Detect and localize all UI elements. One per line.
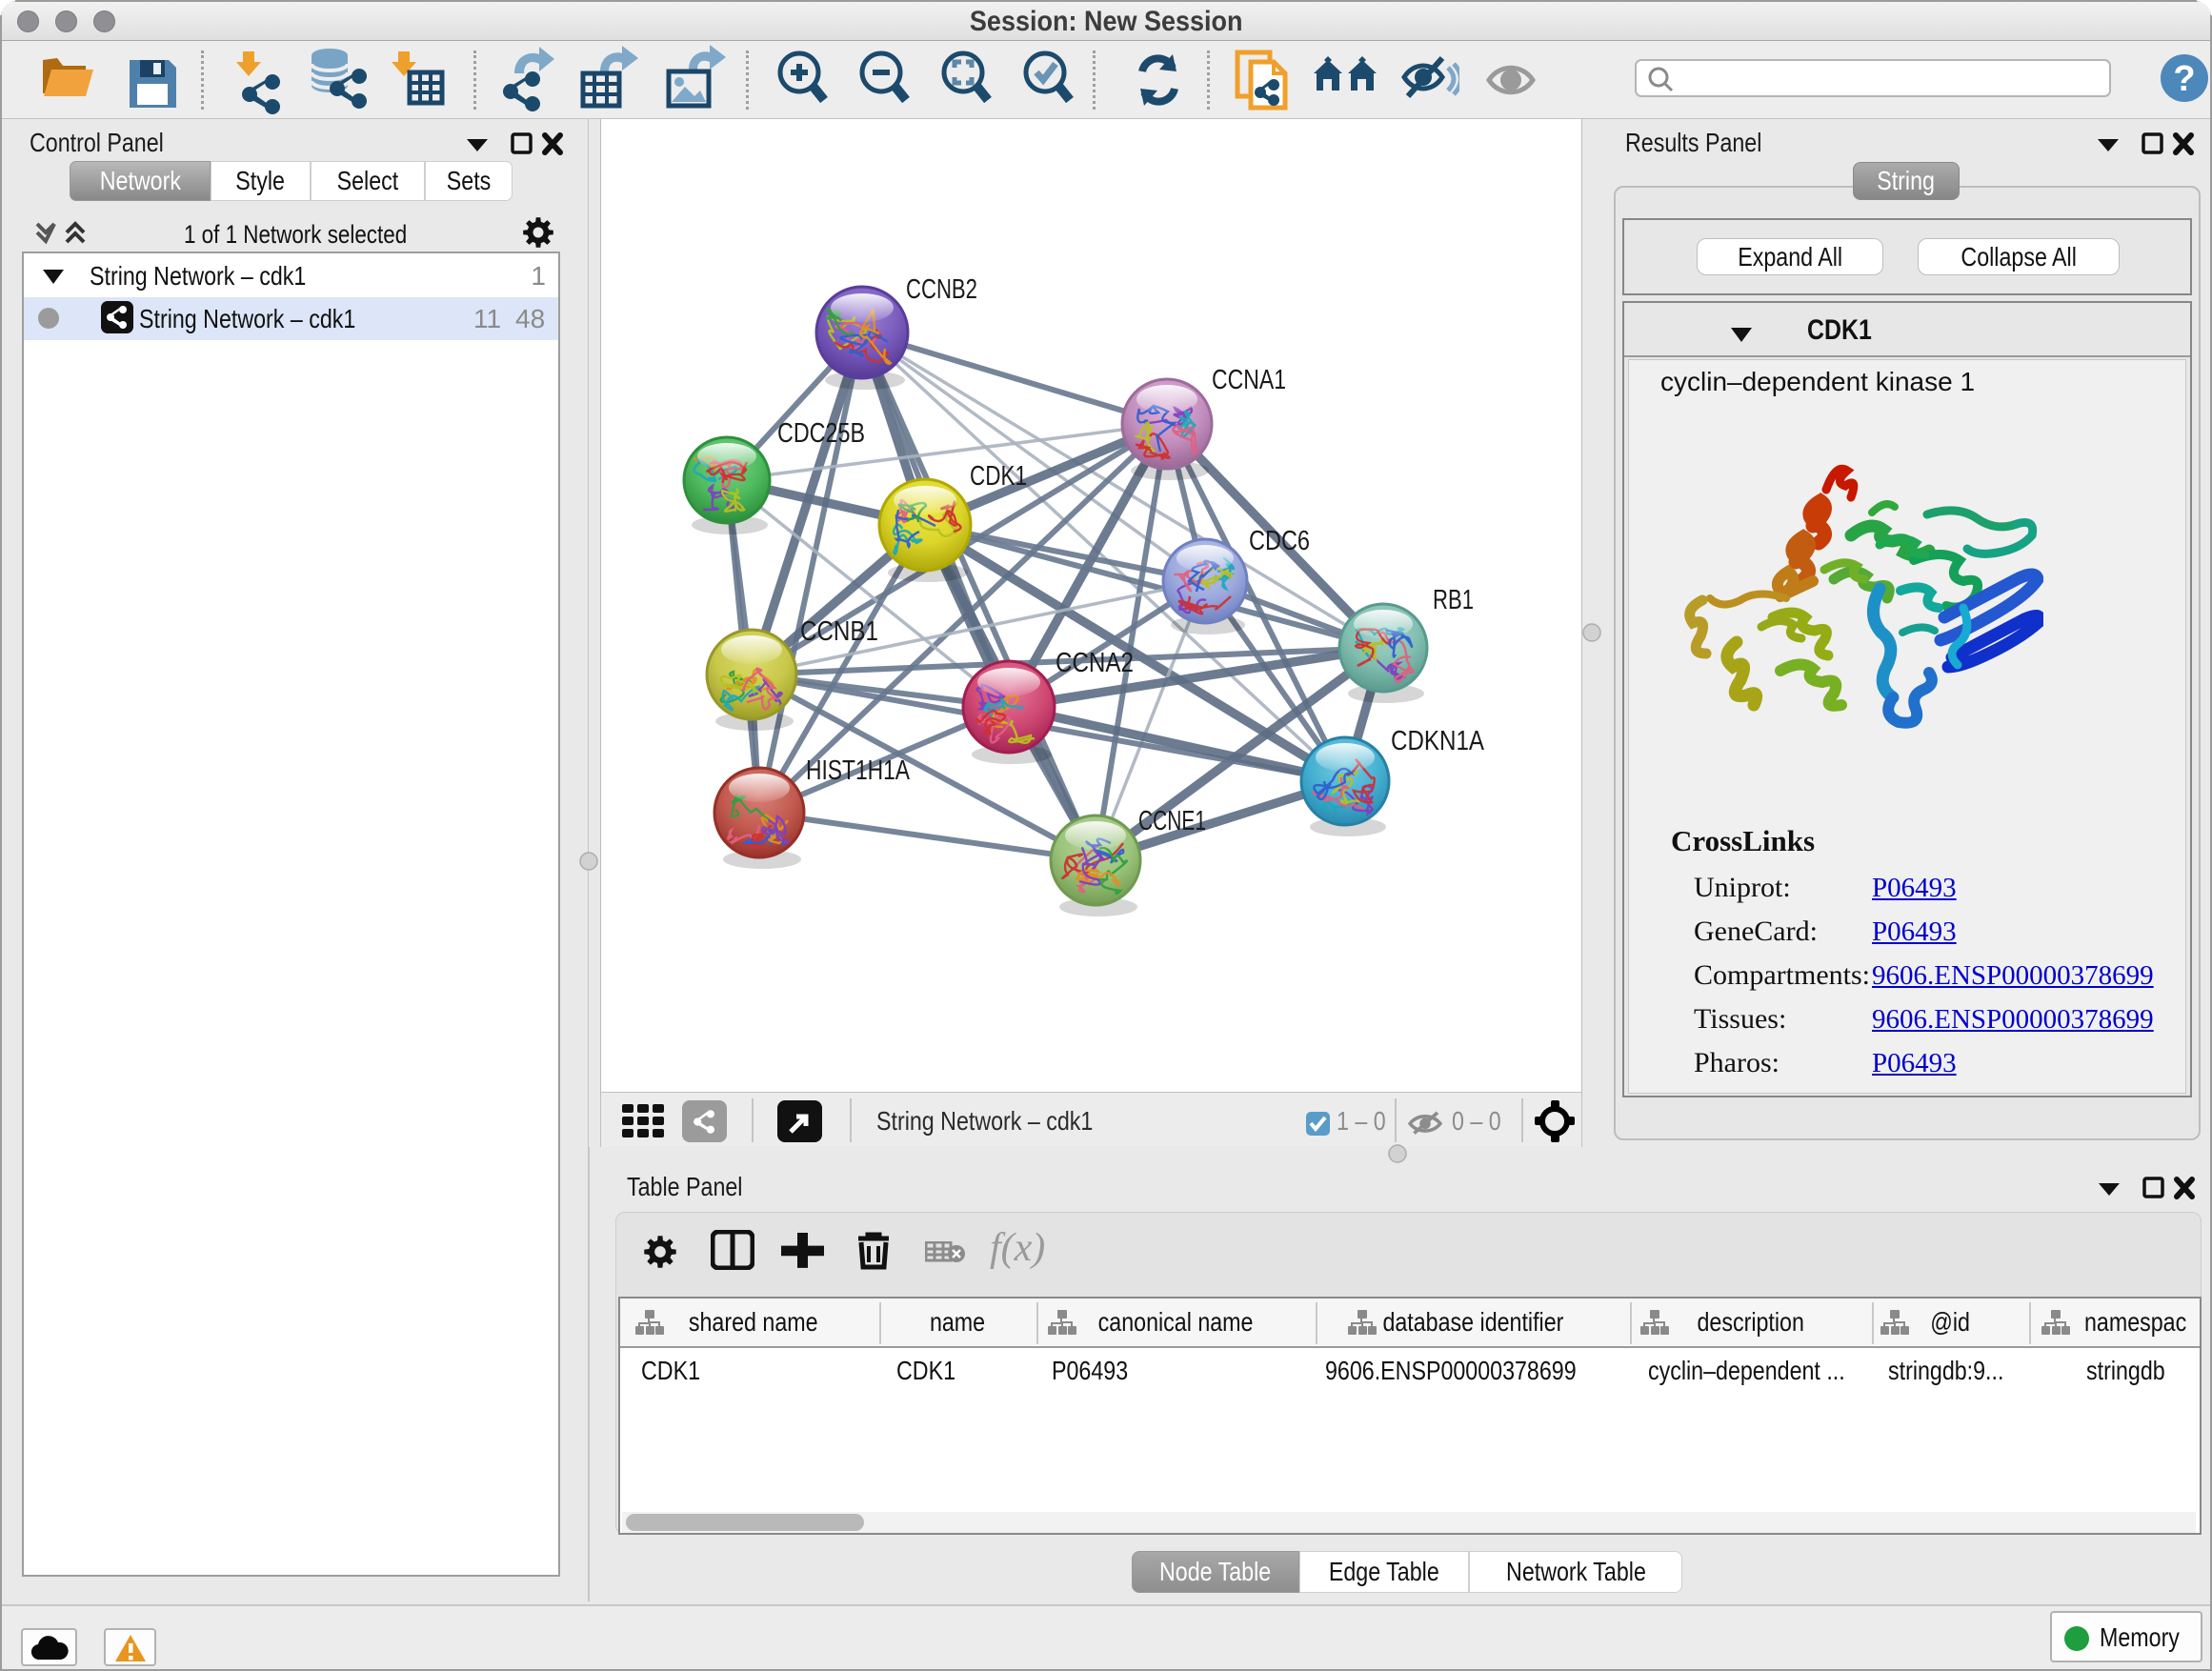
svg-text:?: ? xyxy=(2173,59,2195,99)
svg-text:CCNE1: CCNE1 xyxy=(1138,806,1206,836)
svg-text:CCNA1: CCNA1 xyxy=(1212,365,1286,395)
svg-text:CCNB1: CCNB1 xyxy=(800,616,878,647)
svg-text:CCNA2: CCNA2 xyxy=(1056,648,1134,678)
svg-text:RB1: RB1 xyxy=(1433,585,1474,615)
svg-text:CDC6: CDC6 xyxy=(1249,526,1310,556)
svg-text:CDK1: CDK1 xyxy=(970,461,1027,492)
svg-text:CCNB2: CCNB2 xyxy=(906,274,977,305)
svg-text:CDC25B: CDC25B xyxy=(777,418,865,449)
svg-text:CDKN1A: CDKN1A xyxy=(1391,726,1485,756)
svg-text:HIST1H1A: HIST1H1A xyxy=(806,755,911,786)
